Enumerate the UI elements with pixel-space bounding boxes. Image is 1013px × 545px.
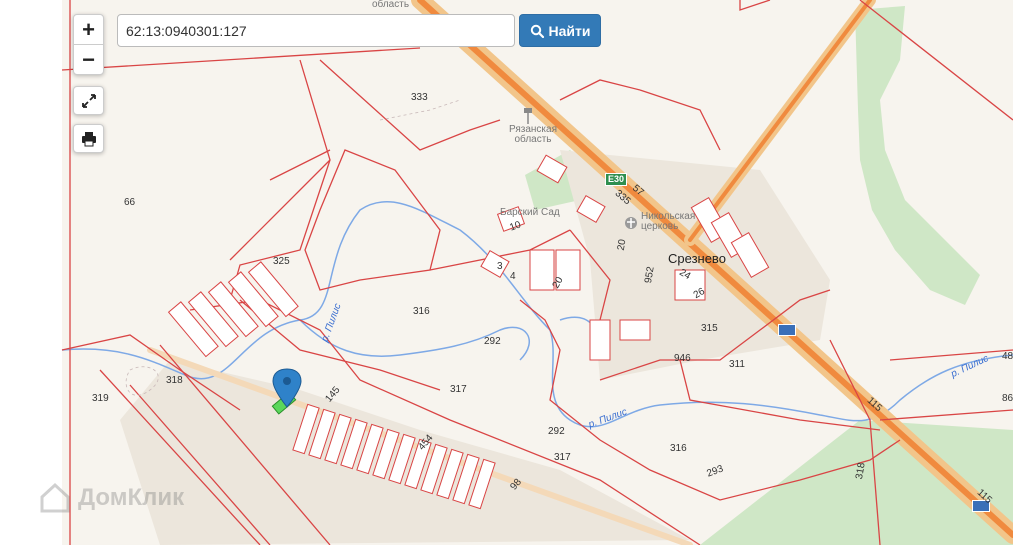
church-label: Никольская церковь	[641, 211, 696, 232]
zoom-out-button[interactable]: −	[74, 44, 103, 74]
expand-icon	[81, 93, 96, 108]
search-input[interactable]	[117, 14, 515, 47]
house-icon	[40, 482, 70, 513]
parcel-number: 317	[450, 384, 467, 395]
village-label: Срезнево	[668, 251, 726, 266]
oblast-label-top: область	[372, 0, 410, 10]
parcel-number: 311	[729, 359, 745, 370]
garden-label: Барский Сад	[500, 207, 560, 218]
parcel-number: 333	[411, 92, 428, 103]
search-button[interactable]: Найти	[519, 14, 601, 47]
road-shield-icon	[778, 324, 796, 336]
watermark: ДомКлик	[38, 481, 184, 515]
parcel-number: 86	[1002, 393, 1013, 404]
search-button-label: Найти	[548, 22, 591, 39]
parcel-number: 3	[497, 261, 503, 272]
parcel-number: 292	[548, 426, 565, 437]
parcel-number: 292	[484, 336, 501, 347]
parcel-number: 316	[670, 443, 687, 454]
parcel-number: 946	[674, 353, 691, 364]
parcel-number: 316	[413, 306, 430, 317]
parcel-number: 317	[554, 452, 571, 463]
fullscreen-button[interactable]	[73, 86, 104, 115]
search-icon	[530, 24, 544, 38]
parcel-number: 315	[701, 323, 718, 334]
parcel-number: 319	[92, 393, 109, 404]
parcel-number: 66	[124, 197, 136, 208]
parcel-number: 325	[273, 256, 290, 267]
zoom-control: + −	[73, 14, 104, 75]
watermark-text: ДомКлик	[78, 484, 185, 511]
print-icon	[81, 131, 96, 146]
print-button[interactable]	[73, 124, 104, 153]
parcel-number: 318	[166, 375, 183, 386]
parcel-number: 4	[510, 271, 516, 282]
parcel-number: 20	[615, 238, 629, 252]
zoom-in-button[interactable]: +	[74, 15, 103, 44]
oblast-label: Рязанская область	[509, 124, 557, 145]
parcel-number: 48	[1002, 351, 1013, 362]
road-shield-e30: E30	[605, 173, 628, 186]
